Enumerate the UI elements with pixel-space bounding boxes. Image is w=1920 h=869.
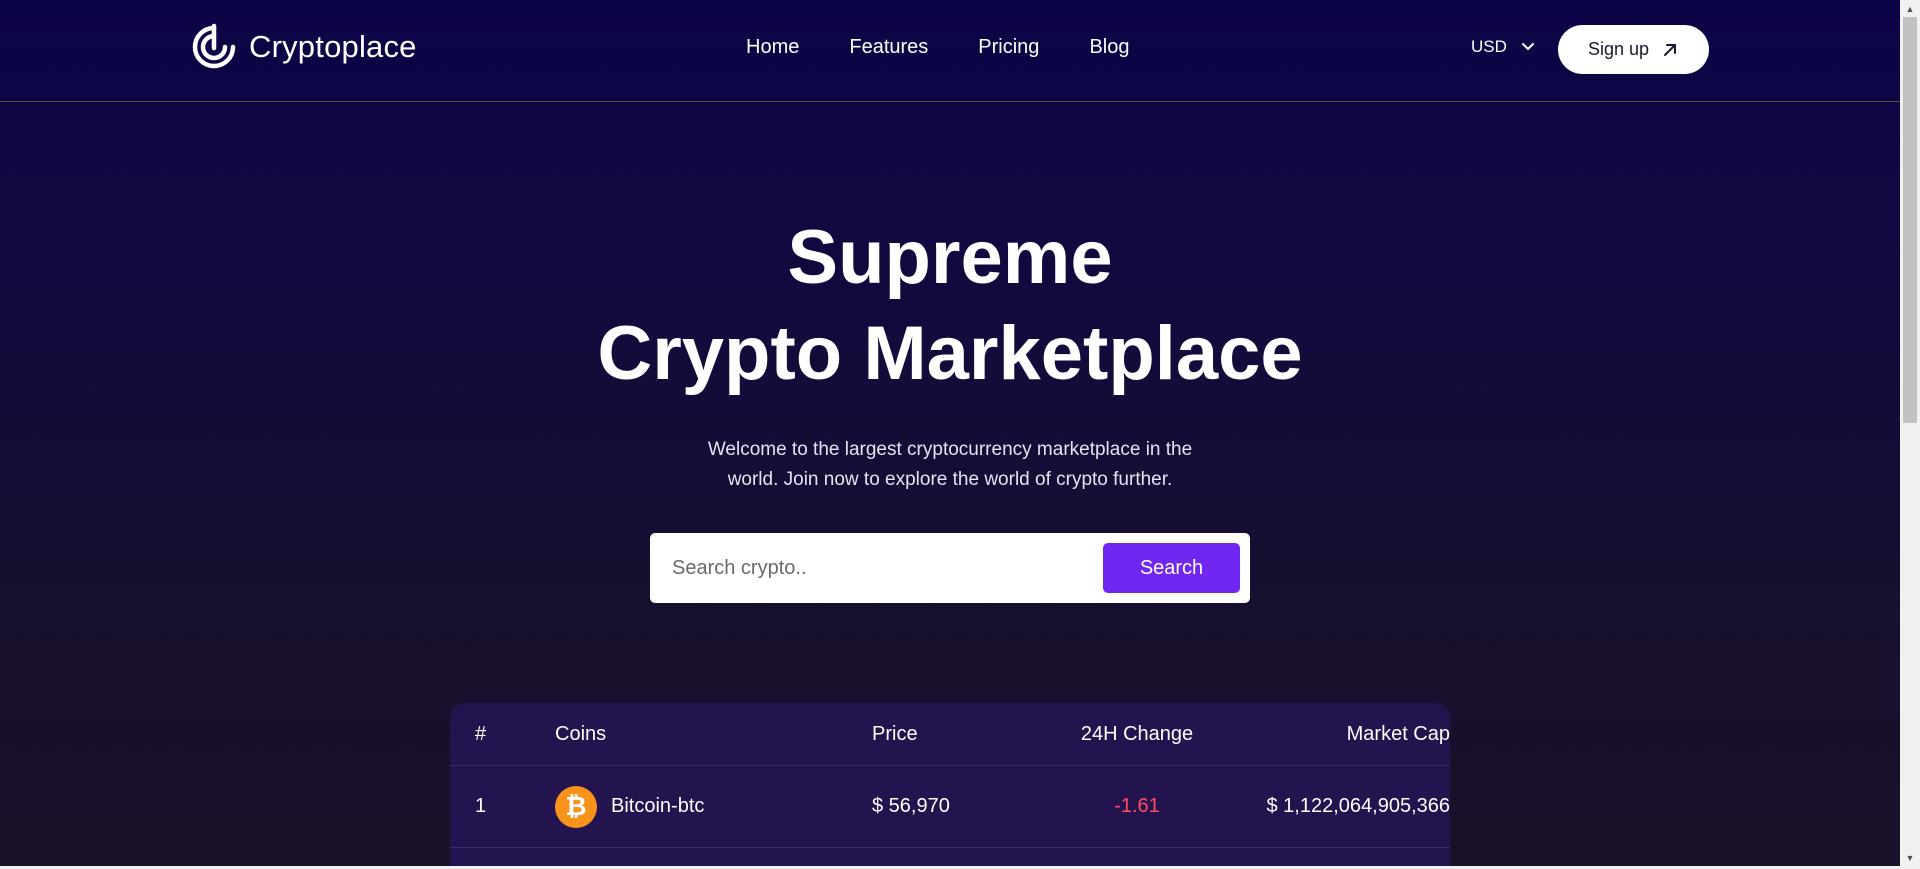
row-rank: 1	[475, 795, 487, 817]
scroll-thumb[interactable]	[1903, 17, 1917, 423]
search-form: Search	[650, 533, 1250, 603]
vertical-scrollbar[interactable]: ▲ ▼	[1900, 0, 1920, 869]
search-input[interactable]	[672, 556, 1103, 580]
header-coins: Coins	[555, 722, 607, 745]
hero-title-line2: Crypto Marketplace	[597, 311, 1303, 396]
nav-link-blog[interactable]: Blog	[1089, 36, 1129, 59]
row-change: -1.61	[1114, 795, 1160, 817]
navbar: Cryptoplace Home Features Pricing Blog U…	[0, 0, 1900, 102]
nav-link-home[interactable]: Home	[746, 36, 799, 59]
logo[interactable]: Cryptoplace	[189, 20, 417, 74]
scroll-up-arrow-icon[interactable]: ▲	[1900, 0, 1920, 17]
table-header: # Coins Price 24H Change Market Cap	[450, 703, 1450, 766]
hero-title: Supreme Crypto Marketplace	[0, 210, 1900, 402]
nav-link-features[interactable]: Features	[849, 36, 928, 59]
scroll-down-arrow-icon[interactable]: ▼	[1900, 849, 1920, 866]
hero-subtitle-line1: Welcome to the largest cryptocurrency ma…	[707, 439, 1193, 460]
chevron-down-icon	[1521, 43, 1534, 50]
table-row[interactable]: 1 ₿ Bitcoin-btc $ 56,970 -1.61 $ 1,122,0…	[450, 766, 1450, 848]
logo-text: Cryptoplace	[249, 29, 417, 64]
nav-links: Home Features Pricing Blog	[746, 36, 1129, 59]
signup-button[interactable]: Sign up	[1558, 25, 1709, 74]
bitcoin-icon: ₿	[555, 785, 597, 828]
search-button[interactable]: Search	[1103, 543, 1240, 593]
header-market-cap: Market Cap	[1346, 722, 1450, 745]
row-price: $ 56,970	[872, 795, 950, 817]
row-coin: ₿ Bitcoin-btc	[555, 785, 872, 828]
crypto-table: # Coins Price 24H Change Market Cap 1 ₿ …	[450, 703, 1450, 869]
hero-title-line1: Supreme	[787, 215, 1113, 300]
signup-label: Sign up	[1587, 39, 1650, 59]
target-logo-icon	[192, 23, 236, 69]
currency-value: USD	[1471, 37, 1507, 56]
hero-subtitle-line2: world. Join now to explore the world of …	[727, 469, 1173, 490]
currency-select[interactable]: USD	[1471, 37, 1535, 57]
hero-subtitle: Welcome to the largest cryptocurrency ma…	[650, 435, 1250, 495]
header-rank: #	[475, 722, 487, 745]
header-24h-change: 24H Change	[1080, 722, 1194, 745]
header-price: Price	[872, 722, 918, 745]
row-coin-name: Bitcoin-btc	[611, 795, 705, 817]
row-market-cap: $ 1,122,064,905,366	[1266, 795, 1450, 817]
arrow-up-right-icon	[1664, 43, 1677, 56]
nav-link-pricing[interactable]: Pricing	[978, 36, 1039, 59]
